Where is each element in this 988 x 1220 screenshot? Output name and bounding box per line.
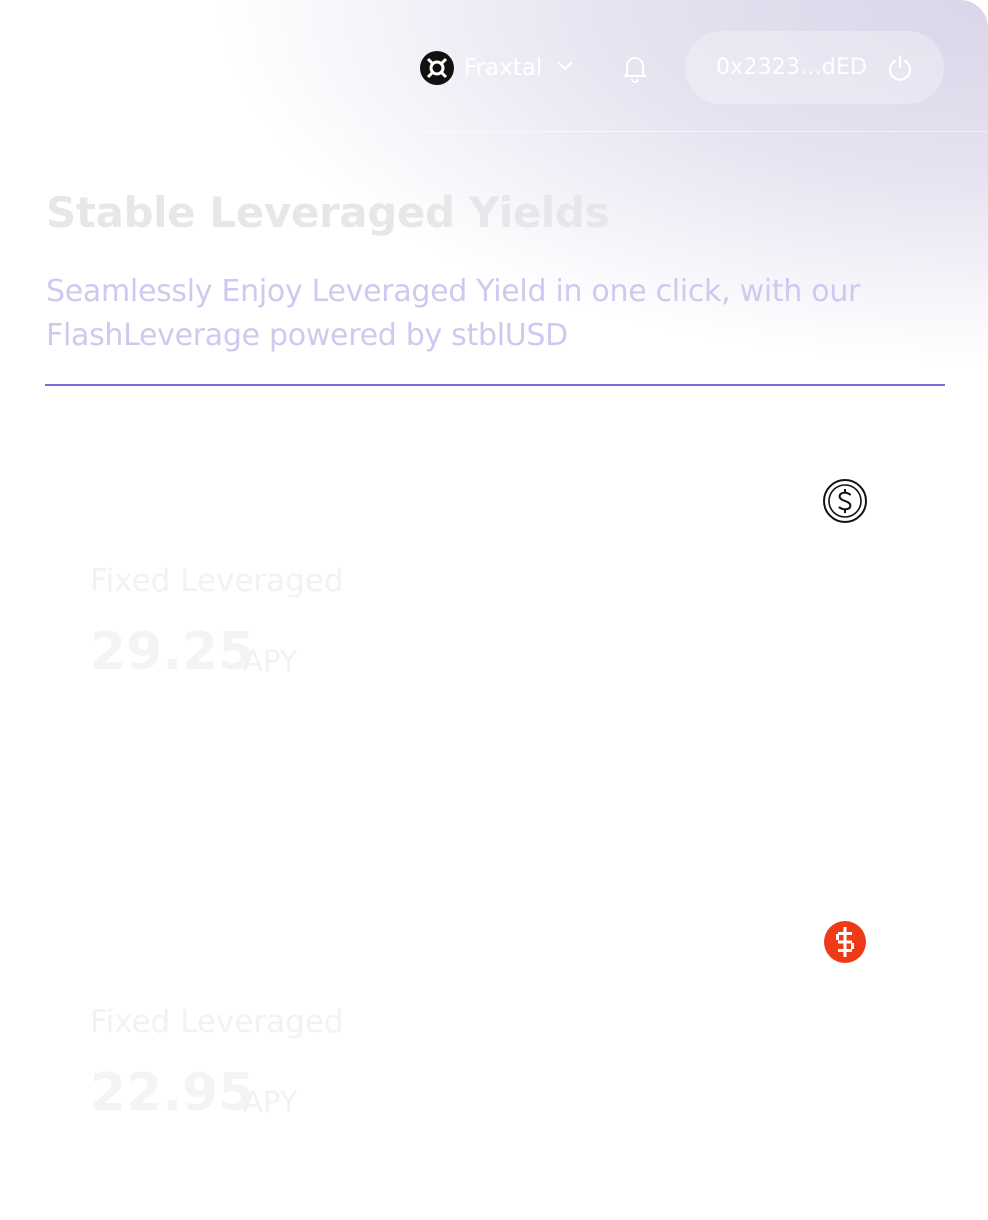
power-icon[interactable]	[886, 54, 914, 82]
apy-value: 29.25	[90, 622, 255, 682]
card-label: Fixed Leveraged	[90, 563, 344, 599]
apy-value: 22.95	[90, 1063, 255, 1123]
wallet-button[interactable]: 0x2323...dED	[685, 31, 944, 104]
page-subtitle: Seamlessly Enjoy Leveraged Yield in one …	[46, 274, 861, 353]
page-title: Stable Leveraged Yields	[46, 188, 610, 237]
fraxtal-logo-icon	[420, 51, 454, 85]
usd-token-red-icon	[823, 920, 867, 964]
yield-card[interactable]: Fixed Leveraged 22.95 APY	[46, 920, 946, 1220]
chain-name: Fraxtal	[464, 55, 543, 81]
chevron-down-icon	[556, 57, 574, 79]
header-divider	[0, 131, 988, 132]
yield-card[interactable]: Fixed Leveraged 29.25 APY	[46, 479, 946, 779]
usd-coin-icon	[823, 479, 867, 523]
apy-unit: APY	[243, 644, 298, 678]
bell-icon[interactable]	[619, 52, 651, 84]
card-label: Fixed Leveraged	[90, 1004, 344, 1040]
divider	[45, 384, 945, 386]
wallet-address: 0x2323...dED	[716, 55, 868, 80]
apy-unit: APY	[243, 1085, 298, 1119]
chain-selector[interactable]: Fraxtal	[420, 50, 574, 86]
